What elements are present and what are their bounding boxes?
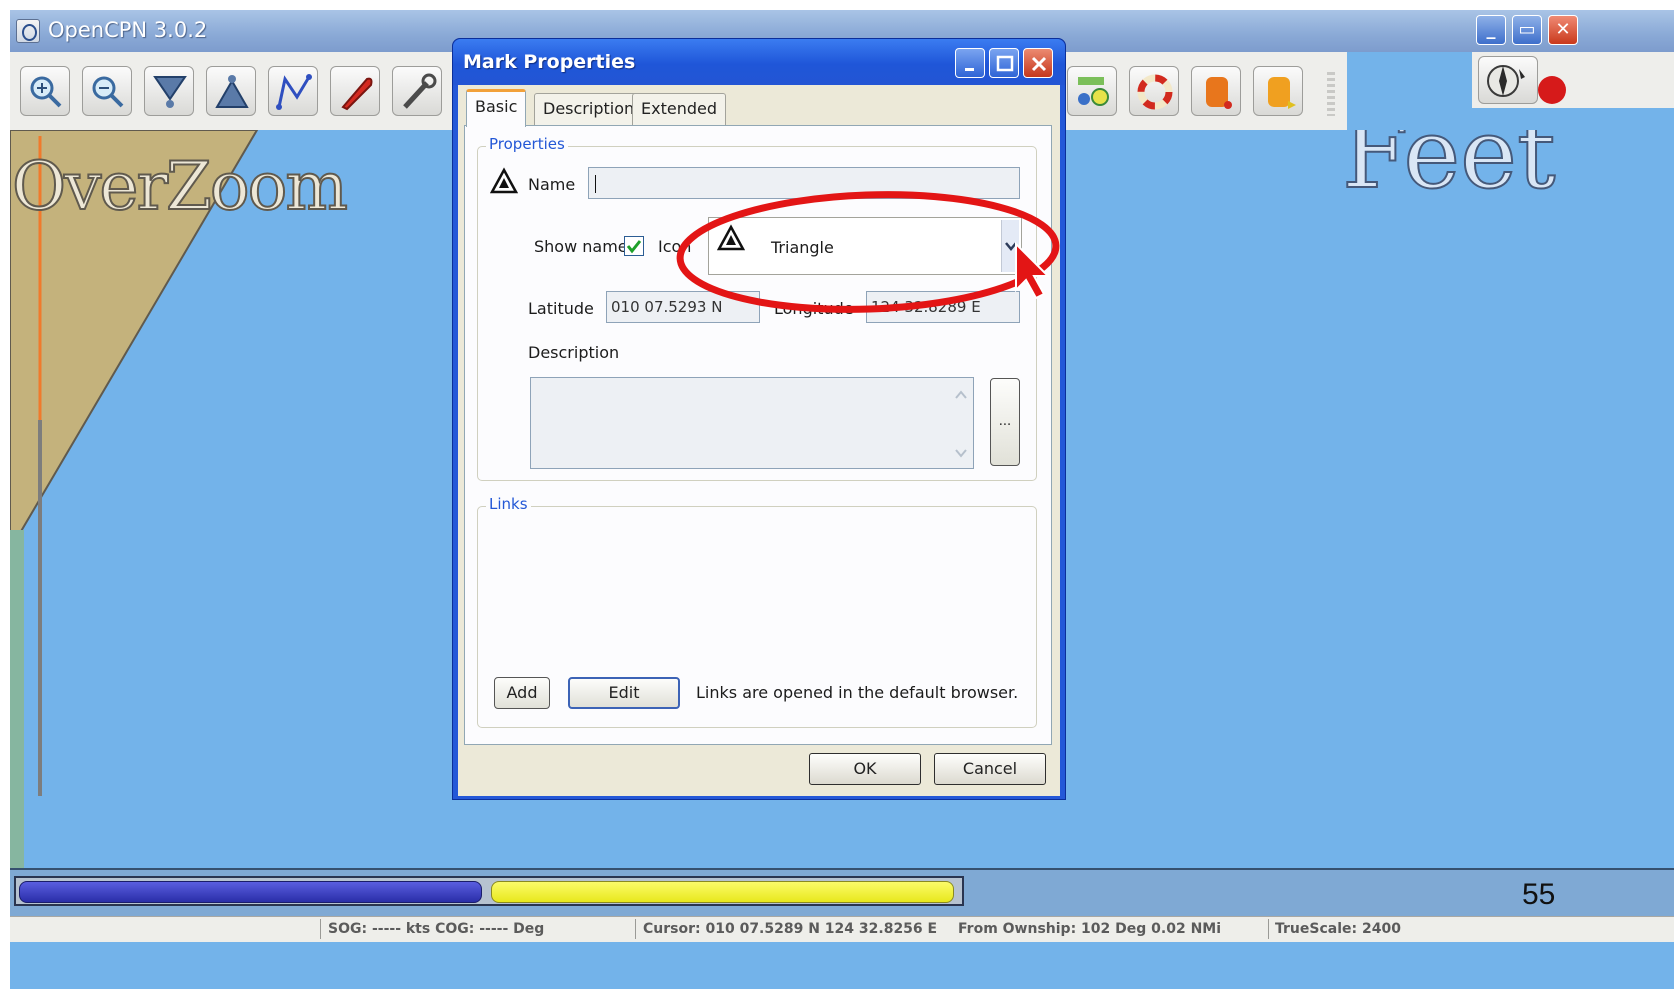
links-group: Links Add Edit Links are opened in the d… xyxy=(477,495,1037,728)
restore-window-button[interactable]: ▭ xyxy=(1512,15,1542,45)
opencpn-logo-icon xyxy=(16,19,40,43)
latitude-label: Latitude xyxy=(528,299,594,318)
chart-quilt-key-current[interactable] xyxy=(491,881,954,903)
status-separator xyxy=(320,919,321,939)
app-title: OpenCPN 3.0.2 xyxy=(48,18,208,42)
description-label: Description xyxy=(528,343,620,362)
status-bar: SOG: ----- kts COG: ----- Deg Cursor: 01… xyxy=(10,916,1674,942)
page-number: 55 xyxy=(1522,878,1556,911)
properties-group: Properties Name Show name Icon Triangle … xyxy=(477,135,1037,481)
zoom-in-icon[interactable] xyxy=(20,66,70,116)
create-route-icon[interactable] xyxy=(268,66,318,116)
cancel-button[interactable]: Cancel xyxy=(934,753,1046,785)
gps-status-icon xyxy=(1538,76,1566,104)
ownship-status: From Ownship: 102 Deg 0.02 NMi xyxy=(958,921,1222,937)
cursor-status: Cursor: 010 07.5289 N 124 32.8256 E xyxy=(643,921,938,937)
add-link-button[interactable]: Add xyxy=(494,677,550,709)
settings-icon[interactable] xyxy=(392,66,442,116)
dialog-close-button[interactable] xyxy=(1023,48,1053,78)
edit-link-button[interactable]: Edit xyxy=(568,677,680,709)
tab-basic[interactable]: Basic xyxy=(466,89,527,127)
triangle-icon xyxy=(717,224,745,251)
toolbar-grip[interactable] xyxy=(1327,72,1335,116)
latitude-field[interactable]: 010 07.5293 N xyxy=(606,291,760,323)
dialog-body: Basic Description Extended Properties Na… xyxy=(458,85,1060,796)
icon-label: Icon xyxy=(658,237,692,256)
status-separator xyxy=(635,919,636,939)
icon-select-value: Triangle xyxy=(771,238,834,257)
compass-icon[interactable] xyxy=(1478,56,1538,104)
current-icon[interactable] xyxy=(1253,66,1303,116)
basic-tab-panel: Properties Name Show name Icon Triangle … xyxy=(464,125,1052,745)
triangle-mark-icon xyxy=(490,167,518,194)
name-field[interactable] xyxy=(588,167,1020,199)
main-toolbar-left xyxy=(10,52,455,130)
man-overboard-icon[interactable] xyxy=(1129,66,1179,116)
icon-select-dropdown[interactable] xyxy=(1001,220,1019,272)
zoom-out-icon[interactable] xyxy=(82,66,132,116)
scale-down-icon[interactable] xyxy=(144,66,194,116)
dialog-title: Mark Properties xyxy=(463,51,636,73)
mark-properties-dialog: Mark Properties Basic Description Extend… xyxy=(452,38,1066,800)
compass-toolbar xyxy=(1472,52,1674,108)
description-more-button[interactable]: ... xyxy=(990,378,1020,466)
auto-follow-icon[interactable] xyxy=(330,66,380,116)
checkmark-icon xyxy=(626,240,642,254)
truescale-status: TrueScale: 2400 xyxy=(1275,921,1401,937)
close-window-button[interactable]: ✕ xyxy=(1548,15,1578,45)
tide-icon[interactable] xyxy=(1191,66,1241,116)
depth-units-label: Feet xyxy=(1341,130,1557,211)
tab-extended[interactable]: Extended xyxy=(632,93,726,125)
ok-button[interactable]: OK xyxy=(809,753,921,785)
piano-bar[interactable] xyxy=(10,868,1674,916)
tab-description[interactable]: Description xyxy=(534,93,644,125)
main-toolbar-right xyxy=(1057,52,1347,130)
icon-select[interactable]: Triangle xyxy=(708,217,1022,275)
chart-quilt-key-active[interactable] xyxy=(19,881,482,903)
description-scrollbar[interactable] xyxy=(951,380,971,466)
dialog-titlebar[interactable]: Mark Properties xyxy=(453,39,1065,85)
links-note: Links are opened in the default browser. xyxy=(696,683,1019,702)
status-separator xyxy=(1268,919,1269,939)
show-name-label: Show name xyxy=(534,237,628,256)
longitude-field[interactable]: 124 32.8289 E xyxy=(866,291,1020,323)
text-caret xyxy=(595,174,596,193)
longitude-label: Longitude xyxy=(774,299,854,318)
dialog-maximize-button[interactable] xyxy=(989,48,1019,78)
name-label: Name xyxy=(528,175,576,194)
links-legend: Links xyxy=(486,495,531,513)
scale-up-icon[interactable] xyxy=(206,66,256,116)
properties-legend: Properties xyxy=(486,135,568,153)
sog-cog-status: SOG: ----- kts COG: ----- Deg xyxy=(328,921,545,937)
chevron-down-icon xyxy=(1005,242,1017,251)
overzoom-label: OverZoom xyxy=(11,147,349,226)
minimize-window-button[interactable]: _ xyxy=(1476,15,1506,45)
show-name-checkbox[interactable] xyxy=(624,236,644,256)
description-textarea[interactable] xyxy=(530,377,974,469)
ais-icon[interactable] xyxy=(1067,66,1117,116)
dialog-minimize-button[interactable] xyxy=(955,48,985,78)
